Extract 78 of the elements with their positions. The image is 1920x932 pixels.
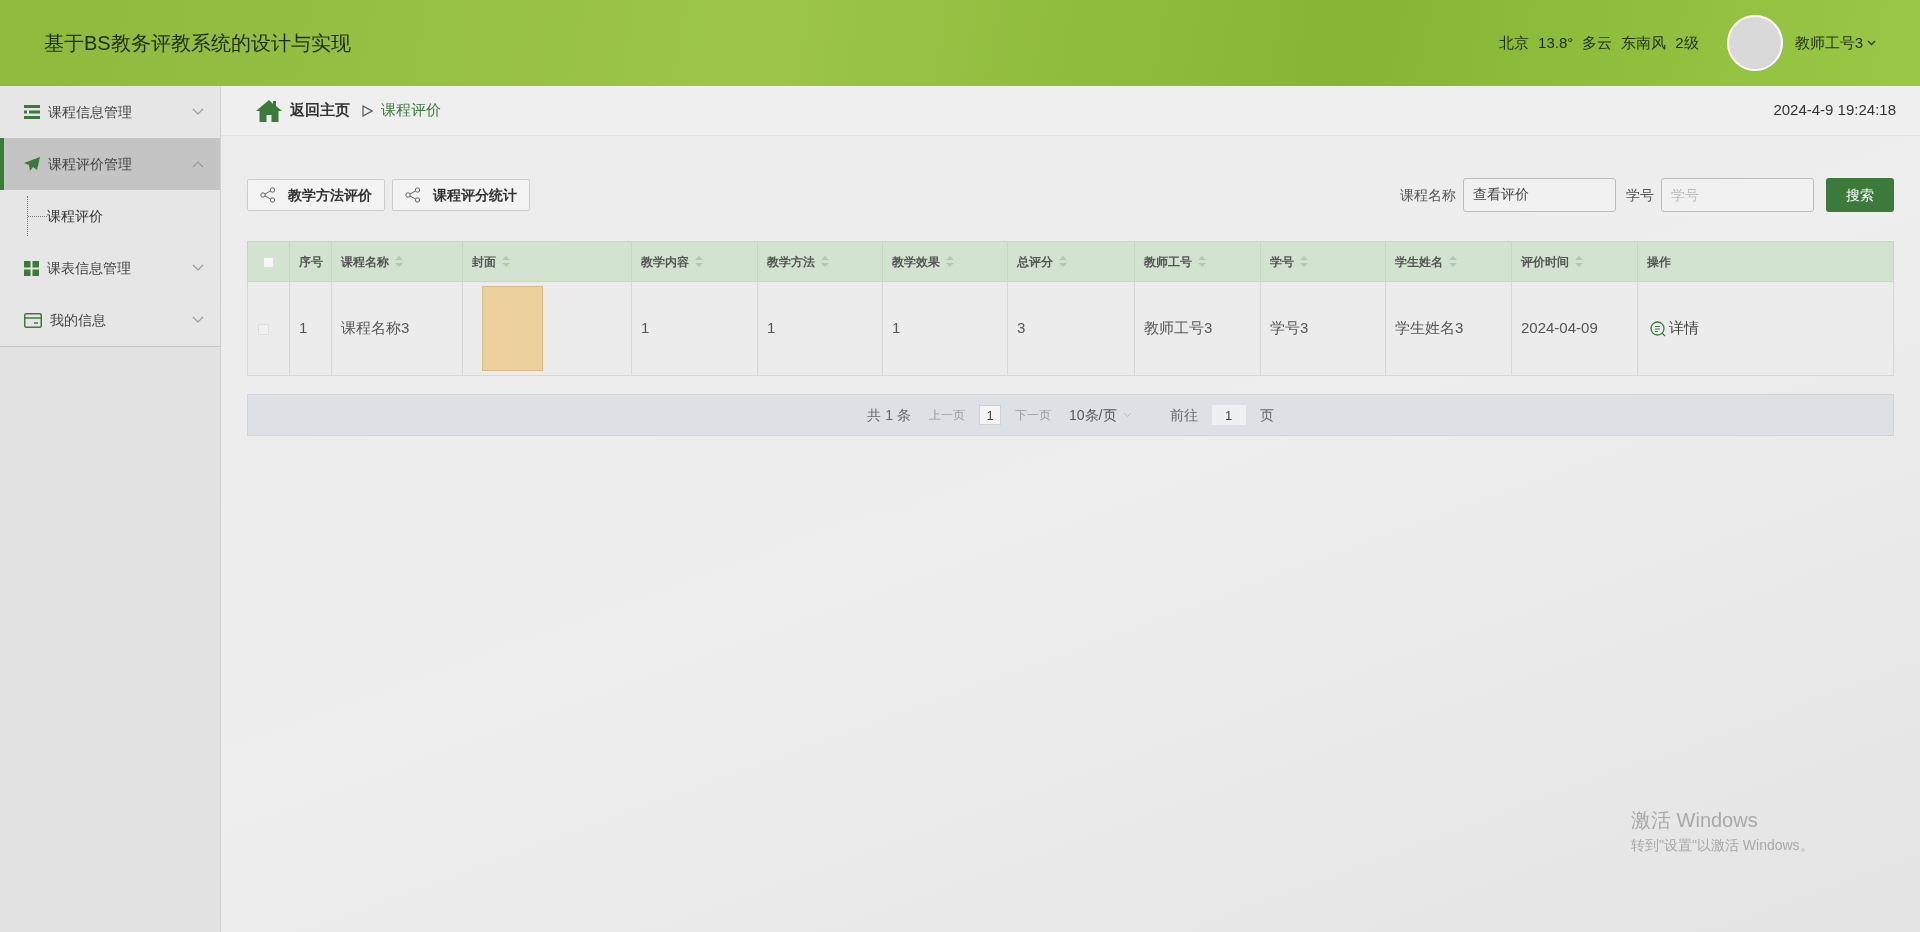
search-icon	[1650, 320, 1666, 337]
share-icon	[260, 187, 276, 203]
column-header[interactable]: 序号	[289, 241, 332, 282]
column-header[interactable]: 总评分	[1007, 241, 1135, 282]
sort-icon	[695, 256, 703, 267]
column-header[interactable]: 操作	[1637, 241, 1894, 282]
table-cell: 2024-04-09	[1511, 281, 1638, 376]
field-label: 学号	[1626, 185, 1654, 205]
home-link[interactable]: 返回主页	[290, 99, 350, 122]
sort-icon	[946, 256, 954, 267]
triangle-icon	[362, 104, 373, 117]
sort-icon	[1198, 256, 1206, 267]
column-header[interactable]: 封面	[462, 241, 632, 282]
table-cell: 学号3	[1260, 281, 1386, 376]
card-icon	[24, 312, 42, 328]
datetime: 2024-4-9 19:24:18	[1773, 100, 1896, 121]
activation-hint: 转到"设置"以激活 Windows。	[1631, 836, 1814, 855]
column-header[interactable]: 评价时间	[1511, 241, 1638, 282]
list-icon	[24, 105, 40, 119]
table-cell: 教师工号3	[1134, 281, 1261, 376]
chevron-down-icon	[192, 108, 204, 116]
table-cell: 1	[631, 281, 758, 376]
weather-text: 2级	[1675, 32, 1699, 53]
column-header[interactable]: 教学效果	[882, 241, 1008, 282]
breadcrumb-current: 课程评价	[381, 100, 441, 121]
page-unit-label: 页	[1259, 405, 1274, 425]
weather-text: 多云	[1582, 32, 1613, 53]
search-field[interactable]: 查看评价	[1463, 178, 1616, 212]
column-header[interactable]: 学号	[1260, 241, 1386, 282]
column-header[interactable]: 教学方法	[757, 241, 883, 282]
caret-icon	[1867, 40, 1876, 46]
page-button[interactable]: 1	[979, 405, 1002, 425]
column-header[interactable]: 课程名称	[331, 241, 463, 282]
share-icon	[405, 187, 421, 203]
column-header[interactable]: 学生姓名	[1385, 241, 1512, 282]
activation-title: 激活 Windows	[1631, 808, 1759, 833]
home-icon	[256, 99, 282, 122]
sidebar-item[interactable]: 课表信息管理	[0, 242, 220, 294]
sidebar-item[interactable]: 课程评价管理	[0, 138, 220, 190]
weather-text: 东南风	[1621, 32, 1667, 53]
sort-icon	[395, 256, 403, 267]
chevron-up-icon	[192, 160, 204, 168]
sort-icon	[1059, 256, 1067, 267]
paper-plane-icon	[24, 156, 40, 172]
column-header[interactable]: 教学内容	[631, 241, 758, 282]
submenu-item[interactable]: 课程评价	[47, 205, 103, 227]
sort-icon	[1575, 256, 1583, 267]
total-count: 共 1 条	[867, 405, 912, 425]
app-title: 基于BS教务评教系统的设计与实现	[44, 31, 351, 56]
table-cell: 1	[757, 281, 883, 376]
sidebar-item[interactable]: 课程信息管理	[0, 86, 220, 138]
search-button[interactable]: 搜索	[1826, 178, 1894, 212]
table-cell: 1	[882, 281, 1008, 376]
sort-icon	[502, 256, 510, 267]
table-cell: 3	[1007, 281, 1135, 376]
weather-text: 13.8°	[1538, 32, 1574, 53]
goto-page-field[interactable]: 1	[1211, 405, 1246, 425]
table-cell: 学生姓名3	[1385, 281, 1512, 376]
details-link[interactable]: 详情	[1650, 317, 1699, 340]
goto-label: 前往	[1169, 405, 1198, 425]
sort-icon	[1449, 256, 1457, 267]
chevron-down-icon	[192, 316, 204, 324]
sort-icon	[821, 256, 829, 267]
sort-icon	[1300, 256, 1308, 267]
sidebar-item[interactable]: 我的信息	[0, 294, 220, 346]
chevron-down-icon	[1122, 412, 1132, 418]
toolbar-button[interactable]: 课程评分统计	[392, 179, 530, 211]
user-menu[interactable]: 教师工号3	[1794, 31, 1876, 55]
table-cell: 课程名称3	[331, 281, 463, 376]
table-cell: 1	[289, 281, 332, 376]
column-header[interactable]: 教师工号	[1134, 241, 1261, 282]
field-label: 课程名称	[1400, 185, 1456, 205]
chevron-down-icon	[192, 264, 204, 272]
page-size-select[interactable]: 10条/页	[1069, 404, 1132, 426]
toolbar-button[interactable]: 教学方法评价	[247, 179, 385, 211]
checkbox[interactable]	[263, 256, 274, 268]
weather-text: 北京	[1499, 32, 1530, 53]
grid-icon	[24, 260, 39, 276]
